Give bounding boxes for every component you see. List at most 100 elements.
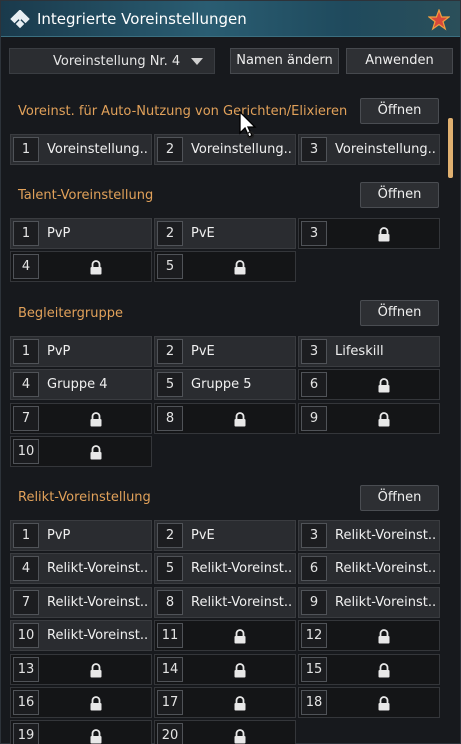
preset-slot[interactable]: 5 Gruppe 5 [154,369,296,400]
preset-slot[interactable]: 1 Voreinstellung... [10,134,152,165]
preset-slot[interactable]: 9 Relikt-Voreinst... [298,587,440,618]
lock-icon [377,629,391,644]
locked-slot[interactable]: 11 [154,620,296,651]
slot-number: 10 [13,623,39,648]
lock-icon [89,696,103,711]
lock-icon [233,260,247,275]
slot-number: 3 [301,221,327,246]
slot-label: Voreinstellung... [47,142,149,157]
preset-slot[interactable]: 3 Relikt-Voreinst... [298,520,440,551]
preset-slot[interactable]: 10 Relikt-Voreinst... [10,620,152,651]
lock-icon [89,260,103,275]
slot-number: 5 [157,254,183,279]
locked-slot[interactable]: 7 [10,403,152,434]
slot-number: 5 [157,372,183,397]
lock-icon [89,729,103,744]
slot-number: 8 [157,406,183,431]
mouse-cursor-icon [239,111,257,139]
presets-window: Integrierte Voreinstellungen Voreinstell… [0,0,461,744]
slot-label: PvP [47,528,71,543]
preset-select-value: Voreinstellung Nr. 4 [53,54,181,69]
slot-number: 8 [157,590,183,615]
locked-slot[interactable]: 13 [10,654,152,685]
lock-icon [377,663,391,678]
slot-label: Relikt-Voreinst... [191,595,293,610]
locked-slot[interactable]: 10 [10,436,152,467]
window-title: Integrierte Voreinstellungen [37,10,247,28]
section-title-talent: Talent-Voreinstellung [18,188,154,203]
slot-number: 9 [301,406,327,431]
locked-slot[interactable]: 12 [298,620,440,651]
preset-slot[interactable]: 2 PvE [154,336,296,367]
lock-icon [89,412,103,427]
star-close-icon[interactable] [428,9,450,31]
locked-slot[interactable]: 20 [154,720,296,744]
locked-slot[interactable]: 4 [10,251,152,282]
slot-number: 4 [13,254,39,279]
locked-slot[interactable]: 9 [298,403,440,434]
lock-icon [233,412,247,427]
preset-slot[interactable]: 2 PvE [154,218,296,249]
locked-slot[interactable]: 17 [154,687,296,718]
locked-slot[interactable]: 8 [154,403,296,434]
preset-slot[interactable]: 8 Relikt-Voreinst... [154,587,296,618]
slot-label: PvE [191,226,215,241]
slot-number: 3 [301,523,327,548]
lock-icon [89,445,103,460]
locked-slot[interactable]: 19 [10,720,152,744]
locked-slot[interactable]: 14 [154,654,296,685]
section-title-companion: Begleitergruppe [18,306,123,321]
slot-number: 2 [157,523,183,548]
open-button-relic[interactable]: Öffnen [360,485,439,511]
preset-select[interactable]: Voreinstellung Nr. 4 [9,48,215,74]
slot-number: 7 [13,406,39,431]
slot-number: 2 [157,137,183,162]
slot-number: 4 [13,372,39,397]
slot-number: 20 [157,723,183,744]
slot-label: PvE [191,344,215,359]
locked-slot[interactable]: 3 [298,218,440,249]
locked-slot[interactable]: 6 [298,369,440,400]
slot-label: Relikt-Voreinst... [191,561,293,576]
slot-number: 2 [157,339,183,364]
slot-number: 1 [13,221,39,246]
preset-slot[interactable]: 1 PvP [10,218,152,249]
preset-slot[interactable]: 3 Voreinstellung... [298,134,440,165]
preset-slot[interactable]: 6 Relikt-Voreinst... [298,553,440,584]
preset-slot[interactable]: 4 Gruppe 4 [10,369,152,400]
slot-number: 2 [157,221,183,246]
slot-label: Voreinstellung... [191,142,293,157]
scrollbar-thumb[interactable] [448,118,453,178]
slot-number: 4 [13,556,39,581]
preset-slot[interactable]: 2 Voreinstellung... [154,134,296,165]
open-button-food-elixir[interactable]: Öffnen [360,98,439,124]
preset-slot[interactable]: 7 Relikt-Voreinst... [10,587,152,618]
preset-slot[interactable]: 5 Relikt-Voreinst... [154,553,296,584]
title-bar[interactable]: Integrierte Voreinstellungen [1,1,460,37]
slot-label: Lifeskill [335,344,384,359]
locked-slot[interactable]: 16 [10,687,152,718]
slot-number: 7 [13,590,39,615]
slot-number: 1 [13,137,39,162]
lock-icon [233,663,247,678]
slot-label: PvP [47,344,71,359]
preset-slot[interactable]: 1 PvP [10,520,152,551]
lock-icon [233,729,247,744]
locked-slot[interactable]: 15 [298,654,440,685]
slot-label: Relikt-Voreinst... [47,561,149,576]
slot-label: Relikt-Voreinst... [335,528,437,543]
open-button-companion[interactable]: Öffnen [360,300,439,326]
open-button-talent[interactable]: Öffnen [360,182,439,208]
apply-button[interactable]: Anwenden [346,48,453,74]
preset-slot[interactable]: 1 PvP [10,336,152,367]
locked-slot[interactable]: 5 [154,251,296,282]
preset-slot[interactable]: 2 PvE [154,520,296,551]
slot-number: 14 [157,657,183,682]
preset-slot[interactable]: 3 Lifeskill [298,336,440,367]
rename-button[interactable]: Namen ändern [230,48,339,74]
slot-label: Relikt-Voreinst... [47,595,149,610]
slot-number: 13 [13,657,39,682]
preset-slot[interactable]: 4 Relikt-Voreinst... [10,553,152,584]
locked-slot[interactable]: 18 [298,687,440,718]
slot-number: 3 [301,137,327,162]
